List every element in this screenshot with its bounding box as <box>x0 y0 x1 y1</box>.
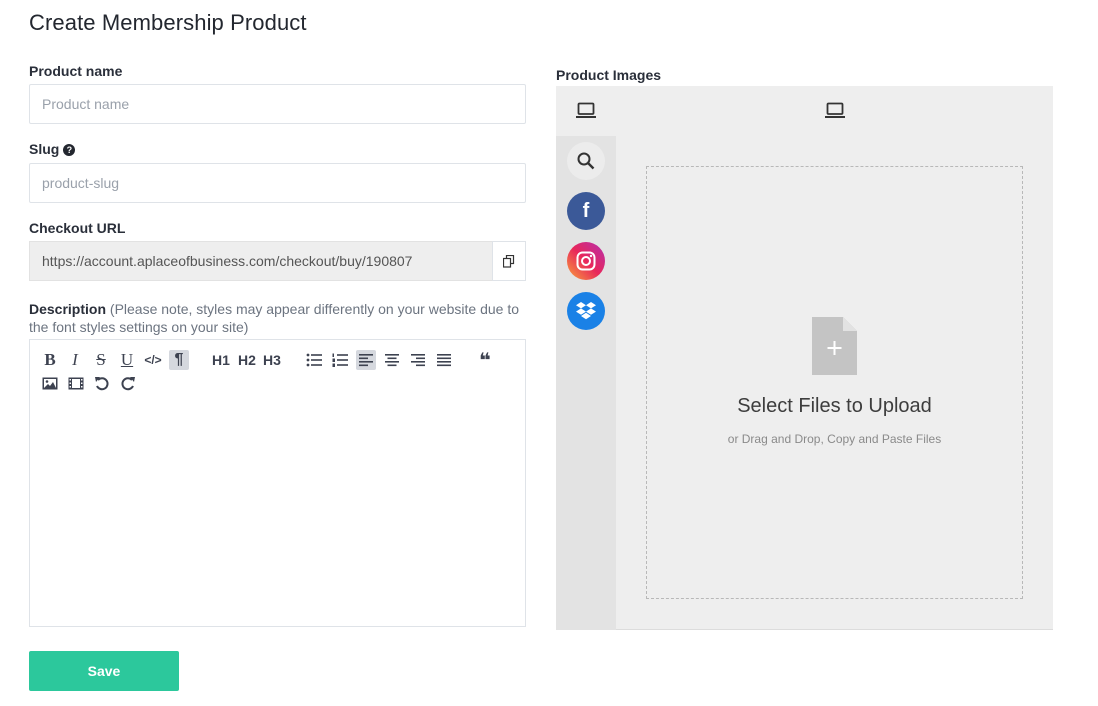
undo-icon <box>95 377 109 391</box>
align-right-button[interactable] <box>408 350 428 370</box>
save-button[interactable]: Save <box>29 651 179 691</box>
strikethrough-button[interactable]: S <box>91 350 111 370</box>
bullet-list-icon <box>306 353 322 367</box>
h3-label: H3 <box>263 352 281 368</box>
checkout-url-field[interactable]: https://account.aplaceofbusiness.com/che… <box>29 241 492 281</box>
file-uploader: f Select Files to Upload or Drag and Dro… <box>556 86 1053 630</box>
web-search-source[interactable] <box>567 142 605 180</box>
drop-title: Select Files to Upload <box>737 395 932 417</box>
product-images-label: Product Images <box>556 67 662 83</box>
insert-video-button[interactable] <box>66 373 86 393</box>
h1-label: H1 <box>212 352 230 368</box>
drop-subtitle: or Drag and Drop, Copy and Paste Files <box>727 432 942 446</box>
bold-button[interactable]: B <box>40 350 60 370</box>
uploader-source-sidebar: f <box>556 136 616 630</box>
dropbox-icon <box>576 302 596 320</box>
description-label-row: Description (Please note, styles may app… <box>29 300 529 336</box>
strikethrough-icon: S <box>96 350 106 369</box>
align-justify-icon <box>437 354 451 367</box>
h2-button[interactable]: H2 <box>235 350 259 370</box>
help-icon[interactable]: ? <box>63 144 76 156</box>
page-title: Create Membership Product <box>29 10 307 35</box>
search-icon <box>577 152 595 170</box>
bullet-list-button[interactable] <box>304 350 324 370</box>
facebook-source[interactable]: f <box>567 192 605 230</box>
redo-icon <box>121 377 135 391</box>
paragraph-icon: ¶ <box>174 351 184 368</box>
product-name-input[interactable] <box>29 84 526 124</box>
code-button[interactable]: </> <box>143 350 163 370</box>
redo-button[interactable] <box>118 373 138 393</box>
file-add-icon <box>812 317 857 375</box>
slug-input[interactable] <box>29 163 526 203</box>
device-heading-icon-wrap <box>825 102 845 124</box>
h2-label: H2 <box>238 352 256 368</box>
numbered-list-button[interactable] <box>330 350 350 370</box>
align-center-button[interactable] <box>382 350 402 370</box>
slug-label: Slug <box>29 141 60 157</box>
description-label: Description <box>29 301 107 317</box>
numbered-list-icon <box>332 353 348 367</box>
image-icon <box>42 377 58 389</box>
h3-button[interactable]: H3 <box>260 350 284 370</box>
local-device-tab[interactable] <box>576 102 596 124</box>
insert-image-button[interactable] <box>40 373 60 393</box>
align-left-button[interactable] <box>356 350 376 370</box>
bold-icon: B <box>44 350 56 369</box>
uploader-header <box>556 86 1053 136</box>
align-justify-button[interactable] <box>434 350 454 370</box>
italic-button[interactable]: I <box>65 350 85 370</box>
copy-icon <box>503 254 515 268</box>
drop-zone[interactable]: Select Files to Upload or Drag and Drop,… <box>646 166 1023 599</box>
product-name-label: Product name <box>29 63 123 79</box>
checkout-url-label: Checkout URL <box>29 220 126 236</box>
align-left-icon <box>359 354 373 367</box>
checkout-url-group: https://account.aplaceofbusiness.com/che… <box>29 241 526 281</box>
instagram-source[interactable] <box>567 242 605 280</box>
video-icon <box>68 377 84 389</box>
underline-icon: U <box>120 350 134 369</box>
rich-text-editor[interactable]: B I S U </> ¶ H1 H2 H3 ❝ <box>29 339 526 627</box>
laptop-icon <box>825 102 845 118</box>
instagram-icon <box>576 251 596 271</box>
italic-icon: I <box>72 350 78 369</box>
underline-button[interactable]: U <box>117 350 137 370</box>
align-center-icon <box>385 354 399 367</box>
facebook-icon: f <box>582 199 590 222</box>
quote-button[interactable]: ❝ <box>475 349 495 372</box>
align-right-icon <box>411 354 425 367</box>
copy-button[interactable] <box>492 241 526 281</box>
undo-button[interactable] <box>92 373 112 393</box>
dropbox-source[interactable] <box>567 292 605 330</box>
slug-label-row: Slug? <box>29 141 76 157</box>
h1-button[interactable]: H1 <box>209 350 233 370</box>
paragraph-button[interactable]: ¶ <box>169 350 189 370</box>
laptop-icon <box>576 102 596 118</box>
quote-icon: ❝ <box>479 349 491 372</box>
code-icon: </> <box>144 353 162 367</box>
